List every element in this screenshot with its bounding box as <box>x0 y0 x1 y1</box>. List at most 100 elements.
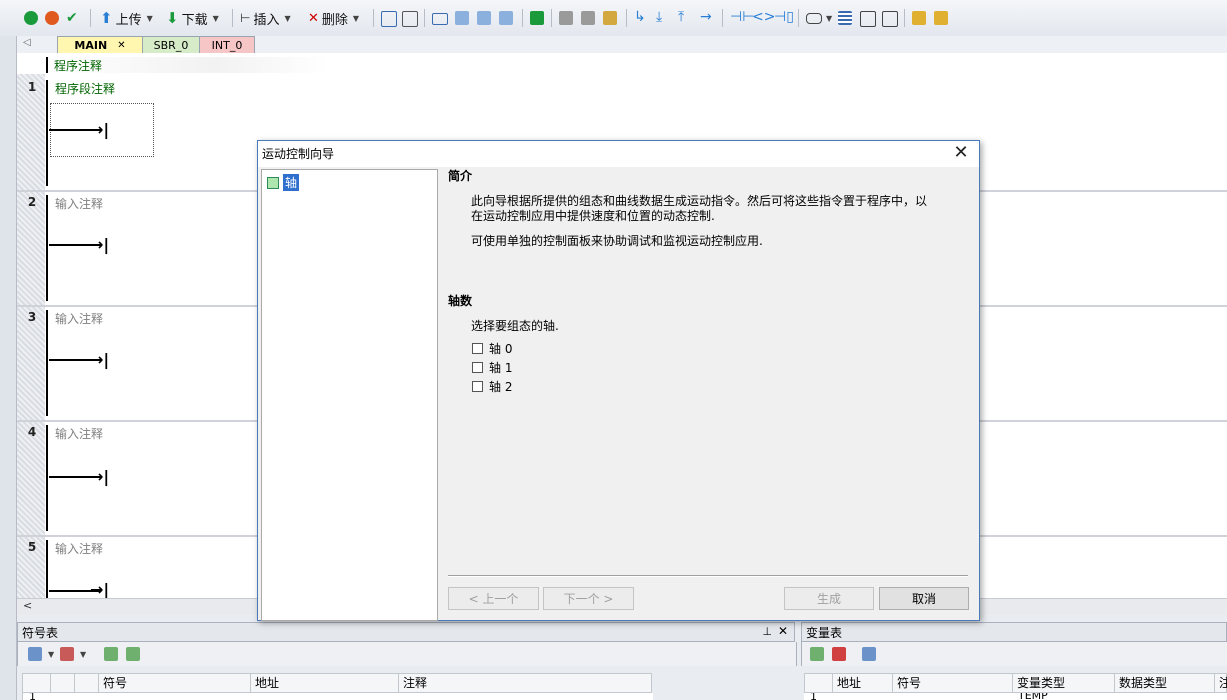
chevron-down-icon[interactable]: ▼ <box>147 14 153 23</box>
generate-button[interactable]: 生成 <box>784 587 874 610</box>
coil-icon[interactable]: <> <box>752 9 775 25</box>
key-icon[interactable] <box>912 11 926 25</box>
main-toolbar: ✔ ⬆ 上传 ▼ ⬇ 下载 ▼ ⊢ 插入 ▼ ✕ 删除 ▼ ↳ ⤓ ⤒ → ⊣⊢… <box>0 0 1227 37</box>
axis-2-option[interactable]: 轴 2 <box>472 378 512 395</box>
row-number: 1 <box>810 693 817 700</box>
axis-0-option[interactable]: 轴 0 <box>472 340 512 357</box>
sort-icon[interactable] <box>104 647 118 661</box>
motion-wizard-dialog: 运动控制向导 ✕ 轴 简介 此向导根据所提供的组态和曲线数据生成运动指令。然后可… <box>257 140 980 621</box>
dialog-divider <box>448 575 968 577</box>
unlock-icon[interactable] <box>581 11 595 25</box>
insert-label: 插入 <box>253 12 280 28</box>
program-comment-bar[interactable]: 程序注释 <box>46 57 328 73</box>
close-icon[interactable]: ✕ <box>117 40 125 51</box>
chevron-down-icon[interactable]: ▼ <box>826 14 832 23</box>
prev-button[interactable]: < 上一个 <box>448 587 539 610</box>
box-icon[interactable] <box>432 13 448 25</box>
dialog-title: 运动控制向导 <box>262 147 335 161</box>
network-comment[interactable]: 输入注释 <box>55 425 103 442</box>
axis-1-checkbox[interactable] <box>472 362 483 373</box>
tab-int0[interactable]: INT_0 <box>199 36 255 53</box>
insert-button[interactable]: ⊢ 插入 ▼ <box>240 9 291 28</box>
branch-left-icon[interactable]: ⤒ <box>678 9 684 25</box>
table-icon[interactable] <box>838 11 852 25</box>
branch-down-icon[interactable]: ↳ <box>634 9 646 25</box>
delete-row-icon[interactable] <box>60 647 74 661</box>
power-rail <box>46 310 48 416</box>
branch-up-icon[interactable]: ⤓ <box>656 9 662 25</box>
column-address[interactable]: 地址 <box>251 674 399 692</box>
chevron-down-icon[interactable]: ▼ <box>353 14 359 23</box>
column-symbol[interactable]: 符号 <box>893 674 1013 692</box>
upload-button[interactable]: ⬆ 上传 ▼ <box>100 9 153 28</box>
next-button[interactable]: 下一个 > <box>543 587 634 610</box>
column-comment[interactable]: 注释 <box>399 674 651 692</box>
column-data-type[interactable]: 数据类型 <box>1115 674 1215 692</box>
power-rail <box>46 425 48 531</box>
branch-right-icon[interactable]: → <box>700 9 712 25</box>
network-icon[interactable] <box>381 11 397 27</box>
pou-tab-bar: ◁ MAIN ✕ SBR_0 INT_0 <box>17 36 1227 54</box>
network-alt-icon[interactable] <box>402 11 418 27</box>
column-symbol[interactable]: 符号 <box>99 674 251 692</box>
box-left-icon[interactable] <box>455 11 469 25</box>
network-comment[interactable]: 输入注释 <box>55 310 103 327</box>
insert-row-icon[interactable] <box>28 647 42 661</box>
apply-icon[interactable] <box>126 647 140 661</box>
column-comment[interactable]: 注 <box>1215 674 1227 692</box>
delete-var-icon[interactable] <box>832 647 846 661</box>
symbol-table-row[interactable]: 1 <box>22 693 653 700</box>
edit-alt-icon[interactable] <box>882 11 898 27</box>
cancel-button[interactable]: 取消 <box>879 587 969 610</box>
insert-var-icon[interactable] <box>810 647 824 661</box>
download-arrow-icon: ⬇ <box>166 9 179 27</box>
column-var-type[interactable]: 变量类型 <box>1013 674 1115 692</box>
lock-icon[interactable] <box>559 11 573 25</box>
chevron-down-icon[interactable]: ▼ <box>48 650 54 659</box>
close-icon[interactable]: ✕ <box>951 143 971 163</box>
tree-item-axis[interactable]: 轴 <box>267 174 300 191</box>
box-right-icon[interactable] <box>477 11 491 25</box>
tab-scroll-left-icon[interactable]: ◁ <box>23 37 31 48</box>
pin-icon[interactable]: ⊥ <box>762 625 772 638</box>
chevron-down-icon[interactable]: ▼ <box>284 14 290 23</box>
scroll-left-icon[interactable]: < <box>23 599 32 612</box>
tab-sbr0-label: SBR_0 <box>153 38 189 52</box>
insert-icon: ⊢ <box>240 11 251 25</box>
run-icon[interactable] <box>24 11 38 25</box>
delete-button[interactable]: ✕ 删除 ▼ <box>308 9 359 28</box>
folder-icon[interactable] <box>603 11 617 25</box>
goto-icon[interactable] <box>530 11 544 25</box>
label-icon[interactable] <box>806 13 822 24</box>
axis-0-checkbox[interactable] <box>472 343 483 354</box>
network-comment[interactable]: 输入注释 <box>55 195 103 212</box>
axis-1-option[interactable]: 轴 1 <box>472 359 512 376</box>
apply-var-icon[interactable] <box>862 647 876 661</box>
box-instr-icon[interactable]: ⊣▯ <box>774 9 794 25</box>
dialog-title-bar[interactable]: 运动控制向导 <box>258 141 979 167</box>
symbol-info-icon <box>51 674 75 692</box>
properties-icon[interactable] <box>934 11 948 25</box>
stop-icon[interactable] <box>45 11 59 25</box>
network-comment[interactable]: 程序段注释 <box>55 80 115 97</box>
column-address[interactable]: 地址 <box>833 674 893 692</box>
tab-sbr0[interactable]: SBR_0 <box>142 36 200 53</box>
symbol-table-toolbar: ▼ ▼ <box>17 642 797 666</box>
axis-2-checkbox[interactable] <box>472 381 483 392</box>
row-header-corner <box>805 674 833 692</box>
close-icon[interactable]: ✕ <box>778 624 788 638</box>
contact-icon[interactable]: ⊣⊢ <box>730 9 754 25</box>
symbol-status-icon <box>75 674 99 692</box>
download-button[interactable]: ⬇ 下载 ▼ <box>166 9 219 28</box>
chevron-down-icon[interactable]: ▼ <box>213 14 219 23</box>
chevron-down-icon[interactable]: ▼ <box>80 650 86 659</box>
tab-main[interactable]: MAIN ✕ <box>57 36 143 53</box>
power-rail <box>46 195 48 301</box>
var-table-row[interactable]: 1 TEMP <box>804 693 1227 700</box>
network-comment[interactable]: 输入注释 <box>55 540 103 557</box>
var-type-cell[interactable]: TEMP <box>1018 693 1048 700</box>
compile-icon[interactable]: ✔ <box>66 10 82 26</box>
box-delete-icon[interactable] <box>499 11 513 25</box>
edit-icon[interactable] <box>860 11 876 27</box>
upload-label: 上传 <box>115 12 142 28</box>
